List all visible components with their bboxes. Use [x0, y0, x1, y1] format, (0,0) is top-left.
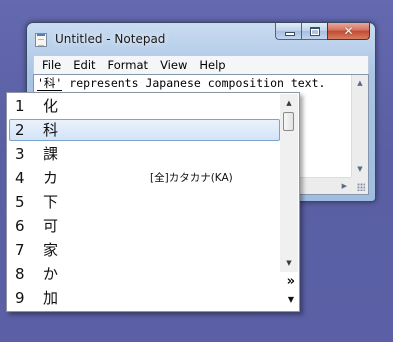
scroll-thumb[interactable]	[283, 112, 294, 131]
menu-file[interactable]: File	[36, 56, 67, 74]
notepad-icon[interactable]	[35, 33, 47, 47]
candidate-comment: [全]カタカナ(KA)	[150, 172, 233, 184]
candidate-char: か	[43, 265, 59, 283]
candidate-row[interactable]: 3 課	[8, 143, 280, 167]
candidate-row-selected[interactable]: 2 科	[8, 119, 280, 143]
candidate-number: 9	[15, 289, 25, 307]
menu-bar: File Edit Format View Help	[33, 55, 369, 74]
title-bar[interactable]: Untitled - Notepad ✕	[27, 23, 375, 55]
candidate-row[interactable]: 7 家	[8, 239, 280, 263]
candidate-number: 6	[15, 217, 25, 235]
candidate-char: 科	[43, 121, 59, 139]
candidate-row[interactable]: 6 可	[8, 215, 280, 239]
maximize-icon	[310, 27, 320, 36]
candidate-row[interactable]: 1 化	[8, 95, 280, 119]
maximize-button[interactable]	[301, 23, 327, 40]
candidate-row[interactable]: 5 下	[8, 191, 280, 215]
candidate-char: カ	[43, 169, 59, 187]
menu-view[interactable]: View	[154, 56, 193, 74]
candidate-row[interactable]: 9 加	[8, 287, 280, 311]
scroll-up-icon[interactable]: ▲	[280, 96, 298, 110]
close-icon: ✕	[343, 24, 354, 38]
candidate-number: 3	[15, 145, 25, 163]
candidate-char: 可	[43, 217, 59, 235]
editor-text-line: '科' represents Japanese composition text…	[37, 76, 326, 91]
candidate-number: 2	[15, 121, 25, 139]
candidate-number: 7	[15, 241, 25, 259]
candidate-char: 下	[43, 193, 59, 211]
scroll-right-icon[interactable]: ▶	[342, 178, 347, 194]
candidate-number: 8	[15, 265, 25, 283]
candidate-number: 5	[15, 193, 25, 211]
candidate-char: 加	[43, 289, 59, 307]
window-title: Untitled - Notepad	[55, 32, 166, 46]
candidate-row[interactable]: 4 カ [全]カタカナ(KA)	[8, 167, 280, 191]
editor-vertical-scrollbar[interactable]: ▲ ▼	[351, 75, 368, 177]
close-button[interactable]: ✕	[327, 23, 370, 40]
menu-help[interactable]: Help	[193, 56, 231, 74]
expand-icon[interactable]: »	[287, 275, 295, 289]
candidate-char: 課	[43, 145, 59, 163]
minimize-button[interactable]	[275, 23, 301, 40]
caption-buttons: ✕	[275, 23, 370, 41]
composition-text: '科'	[37, 76, 63, 91]
editor-text: represents Japanese composition text.	[62, 76, 326, 90]
size-grip-icon[interactable]	[351, 177, 368, 194]
scroll-up-icon[interactable]: ▲	[352, 75, 368, 91]
candidate-number: 4	[15, 169, 25, 187]
scroll-down-icon[interactable]: ▼	[352, 161, 368, 177]
menu-format[interactable]: Format	[102, 56, 155, 74]
candidate-scrollbar[interactable]: ▲ ▼	[280, 94, 298, 272]
candidate-number: 1	[15, 97, 25, 115]
page-down-icon[interactable]: ▼	[288, 295, 294, 305]
ime-candidate-window: 1 化 2 科 3 課 4 カ [全]カタカナ(KA) 5 下 6 可 7 家	[6, 92, 300, 312]
scroll-down-icon[interactable]: ▼	[280, 256, 298, 270]
candidate-char: 化	[43, 97, 59, 115]
minimize-icon	[285, 32, 295, 36]
candidate-char: 家	[43, 241, 59, 259]
menu-edit[interactable]: Edit	[67, 56, 101, 74]
candidate-row[interactable]: 8 か	[8, 263, 280, 287]
